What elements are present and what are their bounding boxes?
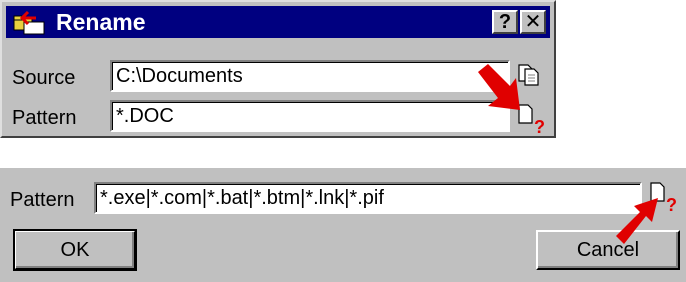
callout-arrow-icon <box>478 64 520 110</box>
rename-dialog: Rename ? ✕ Source C:\Documents Pattern *… <box>0 0 556 138</box>
pattern-label-2: Pattern <box>10 189 75 211</box>
close-button[interactable]: ✕ <box>520 10 546 34</box>
pattern-panel: Pattern *.exe|*.com|*.bat|*.btm|*.lnk|*.… <box>0 168 686 282</box>
svg-text:?: ? <box>534 117 545 136</box>
callout-arrow-up-icon <box>616 198 658 244</box>
dialog-title: Rename <box>56 9 146 35</box>
svg-text:?: ? <box>666 195 677 214</box>
ok-button[interactable]: OK <box>13 229 137 271</box>
source-input[interactable]: C:\Documents <box>110 60 510 92</box>
pattern-input-2[interactable]: *.exe|*.com|*.bat|*.btm|*.lnk|*.pif <box>94 182 642 214</box>
title-bar[interactable]: Rename ? ✕ <box>6 6 550 38</box>
source-label: Source <box>12 67 76 89</box>
pattern-input[interactable]: *.DOC <box>110 100 510 132</box>
pattern-label: Pattern <box>12 107 77 129</box>
rename-app-icon <box>13 10 45 35</box>
help-button[interactable]: ? <box>492 10 518 34</box>
